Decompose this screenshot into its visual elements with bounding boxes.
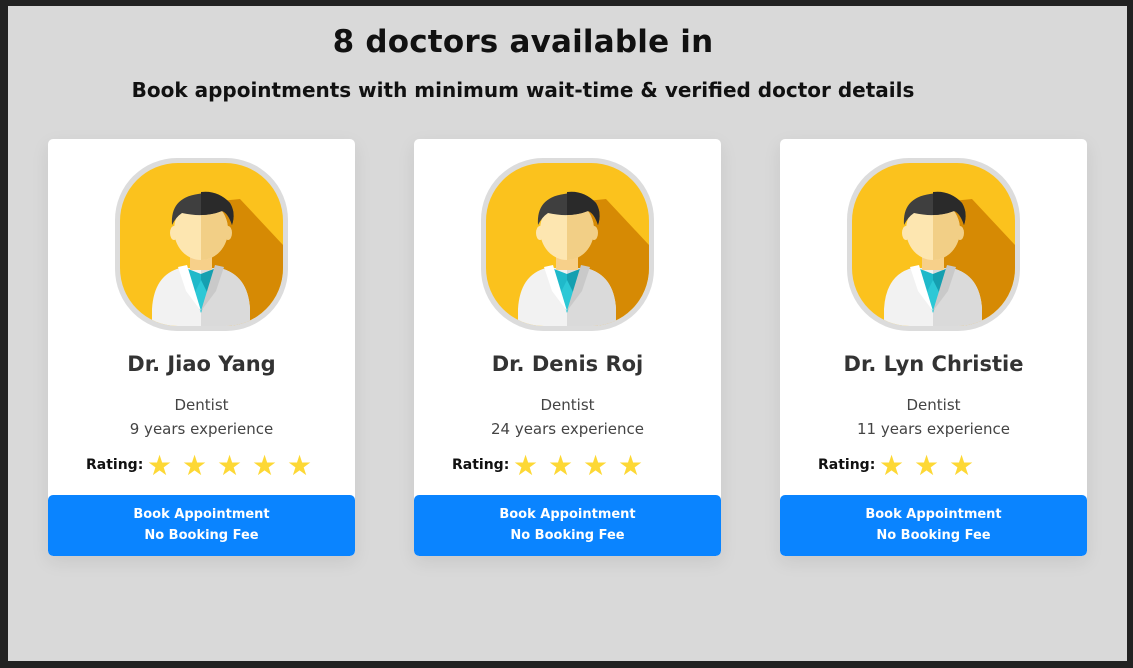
star-icon: ★ — [618, 449, 644, 482]
book-button-label: Book Appointment — [499, 507, 636, 522]
book-appointment-button[interactable]: Book Appointment No Booking Fee — [48, 495, 355, 556]
star-icon: ★ — [287, 449, 313, 482]
doctor-experience: 11 years experience — [856, 420, 1011, 438]
booking-fee-label: No Booking Fee — [510, 528, 625, 543]
booking-fee-label: No Booking Fee — [144, 528, 259, 543]
doctor-card: Dr. Lyn Christie Dentist 11 years experi… — [780, 139, 1087, 556]
doctor-specialty: Dentist — [540, 396, 595, 414]
doctor-card: Dr. Denis Roj Dentist 24 years experienc… — [414, 139, 721, 556]
booking-fee-label: No Booking Fee — [876, 528, 991, 543]
page-title: 8 doctors available in — [332, 24, 714, 60]
book-appointment-button[interactable]: Book Appointment No Booking Fee — [780, 495, 1087, 556]
star-icon: ★ — [252, 449, 278, 482]
doctor-avatar-icon — [852, 163, 1015, 326]
star-icon: ★ — [949, 449, 975, 482]
rating-label: Rating: — [452, 457, 510, 473]
star-icon: ★ — [879, 449, 905, 482]
star-icon: ★ — [548, 449, 574, 482]
doctor-name: Dr. Lyn Christie — [843, 352, 1024, 376]
doctor-specialty: Dentist — [906, 396, 961, 414]
doctor-experience: 24 years experience — [490, 420, 645, 438]
rating-stars: ★ ★ ★ — [879, 451, 984, 481]
page-subtitle: Book appointments with minimum wait-time… — [131, 78, 915, 102]
doctor-avatar — [115, 158, 288, 331]
star-icon: ★ — [182, 449, 208, 482]
doctor-avatar-icon — [120, 163, 283, 326]
star-icon: ★ — [217, 449, 243, 482]
star-icon: ★ — [914, 449, 940, 482]
doctor-avatar — [481, 158, 654, 331]
doctor-avatar-icon — [486, 163, 649, 326]
star-icon: ★ — [147, 449, 173, 482]
doctor-specialty: Dentist — [174, 396, 229, 414]
doctor-name: Dr. Jiao Yang — [127, 352, 276, 376]
book-button-label: Book Appointment — [865, 507, 1002, 522]
rating-stars: ★ ★ ★ ★ ★ — [147, 451, 322, 481]
book-appointment-button[interactable]: Book Appointment No Booking Fee — [414, 495, 721, 556]
rating-label: Rating: — [818, 457, 876, 473]
page-background: 8 doctors available in Book appointments… — [8, 6, 1127, 661]
rating-stars: ★ ★ ★ ★ — [513, 451, 653, 481]
doctor-avatar — [847, 158, 1020, 331]
doctor-experience: 9 years experience — [129, 420, 274, 438]
doctor-card: Dr. Jiao Yang Dentist 9 years experience… — [48, 139, 355, 556]
doctor-name: Dr. Denis Roj — [491, 352, 644, 376]
rating-label: Rating: — [86, 457, 144, 473]
star-icon: ★ — [583, 449, 609, 482]
star-icon: ★ — [513, 449, 539, 482]
book-button-label: Book Appointment — [133, 507, 270, 522]
